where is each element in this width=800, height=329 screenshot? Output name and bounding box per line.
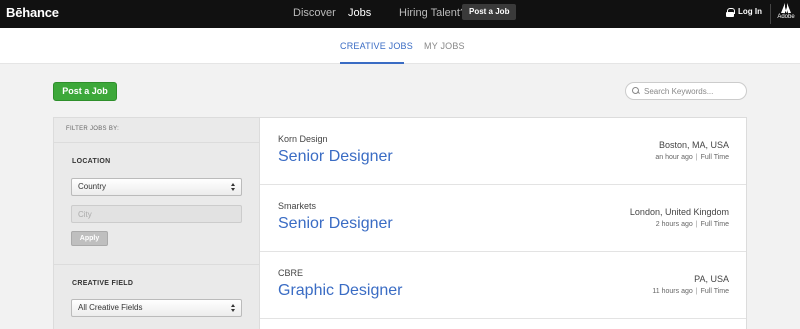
job-location: London, United Kingdom [629, 207, 729, 217]
country-select[interactable]: Country [71, 178, 242, 196]
job-meta: 2 hours ago | Full Time [655, 221, 729, 228]
login-label: Log In [738, 7, 762, 16]
filter-header: FILTER JOBS BY: [66, 126, 120, 132]
search-input[interactable] [644, 86, 740, 96]
tab-creative-jobs[interactable]: CREATIVE JOBS [340, 41, 413, 51]
job-posted: an hour ago [655, 154, 693, 161]
select-arrows-icon [231, 303, 236, 313]
job-title[interactable]: Graphic Designer [278, 282, 403, 300]
jobs-tabs: CREATIVE JOBS MY JOBS [0, 28, 800, 64]
job-company[interactable]: Korn Design [278, 134, 328, 144]
job-type: Full Time [700, 288, 729, 295]
adobe-link[interactable]: Adobe [775, 3, 797, 20]
search-box[interactable] [625, 82, 747, 100]
job-posted: 2 hours ago [655, 221, 693, 228]
job-row[interactable]: Korn Design Senior Designer Boston, MA, … [260, 118, 746, 185]
nav-jobs[interactable]: Jobs [348, 7, 371, 19]
job-meta: an hour ago | Full Time [655, 154, 729, 161]
job-posted: 11 hours ago [652, 288, 693, 295]
job-company[interactable]: Smarkets [278, 201, 316, 211]
job-title[interactable]: Senior Designer [278, 148, 393, 166]
job-title[interactable]: Senior Designer [278, 215, 393, 233]
job-location: Boston, MA, USA [658, 140, 729, 150]
job-list: Korn Design Senior Designer Boston, MA, … [260, 117, 747, 329]
topbar-divider [770, 4, 771, 24]
job-location: PA, USA [694, 274, 729, 284]
post-job-top-button[interactable]: Post a Job [462, 4, 517, 20]
country-select-value: Country [78, 182, 107, 191]
apply-button[interactable]: Apply [71, 231, 108, 246]
job-company[interactable]: CBRE [278, 268, 303, 278]
nav-hiring-talent[interactable]: Hiring Talent? [399, 7, 466, 19]
tab-my-jobs[interactable]: MY JOBS [424, 41, 465, 51]
creative-field-select[interactable]: All Creative Fields [71, 299, 242, 317]
job-meta: 11 hours ago | Full Time [652, 288, 729, 295]
filter-divider [54, 142, 259, 143]
city-input[interactable] [71, 205, 242, 223]
job-row[interactable]: CBRE Graphic Designer PA, USA 11 hours a… [260, 252, 746, 319]
behance-logo[interactable]: Bēhance [6, 5, 59, 20]
filter-sidebar: FILTER JOBS BY: LOCATION Country Apply C… [53, 117, 260, 329]
lock-icon [726, 7, 735, 17]
adobe-icon [781, 3, 791, 13]
login-link[interactable]: Log In [726, 7, 762, 17]
job-row[interactable]: Smarkets Senior Designer London, United … [260, 185, 746, 252]
creative-field-value: All Creative Fields [78, 303, 143, 312]
select-arrows-icon [231, 182, 236, 192]
post-job-button[interactable]: Post a Job [53, 82, 117, 101]
search-icon [632, 87, 640, 95]
active-tab-indicator [340, 62, 404, 64]
job-type: Full Time [700, 221, 729, 228]
creative-field-label: CREATIVE FIELD [72, 280, 134, 287]
filter-divider [54, 264, 259, 265]
job-type: Full Time [700, 154, 729, 161]
top-navbar: Bēhance Discover Jobs Hiring Talent? Pos… [0, 0, 800, 28]
nav-discover[interactable]: Discover [293, 7, 336, 19]
adobe-label: Adobe [777, 14, 795, 20]
location-label: LOCATION [72, 158, 111, 165]
